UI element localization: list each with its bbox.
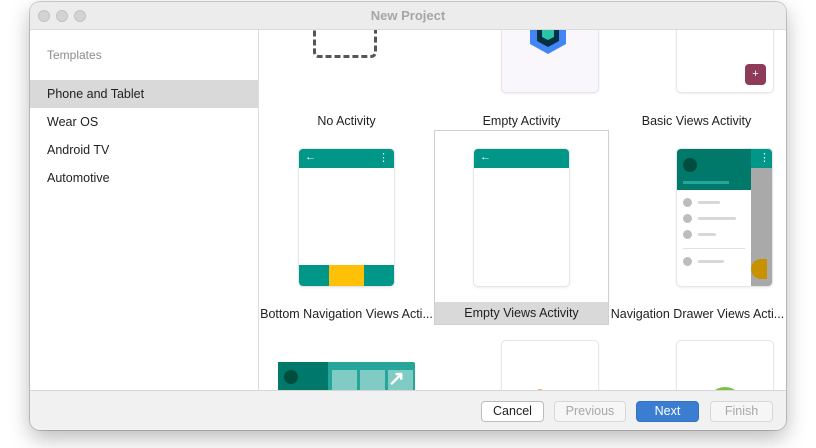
overflow-menu-icon: ⋮: [759, 152, 770, 164]
template-label: Empty Views Activity: [464, 306, 579, 320]
window-title: New Project: [370, 8, 446, 23]
sidebar-item-automotive[interactable]: Automotive: [30, 164, 258, 192]
sidebar-item-label: Android TV: [47, 143, 110, 157]
sidebar-item-wear-os[interactable]: Wear OS: [30, 108, 258, 136]
preview-tile: [332, 370, 357, 390]
preview-panel: [278, 362, 328, 390]
sidebar-item-phone-and-tablet[interactable]: Phone and Tablet: [30, 80, 258, 108]
expand-arrow-icon: ↗: [388, 368, 405, 390]
bottom-navigation-bar: [299, 265, 394, 286]
sidebar-item-label: Wear OS: [47, 115, 99, 129]
drawer-item-icon: [683, 198, 692, 207]
drawer-item-line: [698, 201, 720, 204]
drawer-item-icon: [683, 257, 692, 266]
drawer-item-line: [698, 260, 724, 263]
drawer-divider: [683, 248, 745, 249]
template-row3-item-3[interactable]: [609, 330, 784, 390]
template-no-activity[interactable]: No Activity: [259, 30, 434, 130]
compose-logo-icon: [528, 30, 568, 54]
previous-button[interactable]: Previous: [554, 401, 626, 422]
next-button[interactable]: Next: [636, 401, 699, 422]
preview-tile: [360, 370, 385, 390]
navigation-drawer: [677, 149, 751, 286]
sidebar-item-label: Automotive: [47, 171, 110, 185]
drawer-header: [677, 149, 751, 190]
fab-plus-icon: +: [745, 64, 766, 85]
no-activity-dashed-placeholder: [313, 30, 377, 58]
template-label: Basic Views Activity: [641, 114, 752, 128]
template-preview: [677, 341, 773, 390]
app-bar: ←: [474, 149, 569, 168]
empty-activity-preview: [502, 30, 598, 92]
avatar: [683, 158, 697, 172]
finish-button[interactable]: Finish: [710, 401, 773, 422]
drawer-item-line: [698, 233, 716, 236]
drawer-item-icon: [683, 214, 692, 223]
app-bar: ← ⋮: [299, 149, 394, 168]
nav-drawer-preview: ⋮: [677, 149, 772, 286]
sidebar-title: Templates: [47, 48, 102, 62]
new-project-window: New Project Templates Phone and Tablet W…: [30, 2, 786, 430]
template-empty-views-activity[interactable]: ← Empty Views Activity: [434, 130, 609, 325]
template-label: Empty Activity: [482, 114, 561, 128]
drawer-item-line: [698, 217, 736, 220]
fab-partial: [751, 259, 767, 279]
avatar: [284, 370, 298, 384]
app-bar-edge: ⋮: [751, 149, 772, 168]
template-row3-item-2[interactable]: [434, 330, 609, 390]
back-arrow-icon: ←: [305, 151, 316, 163]
template-row3-item-1[interactable]: ↗: [259, 330, 434, 390]
basic-views-preview: +: [677, 30, 773, 92]
responsive-preview: ↗: [278, 362, 415, 390]
bottom-nav-selected-item: [329, 265, 364, 286]
template-navigation-drawer-views-activity[interactable]: ⋮ Navigation Drawer Views Acti...: [609, 130, 786, 324]
overflow-menu-icon: ⋮: [378, 152, 389, 164]
template-empty-activity[interactable]: Empty Activity: [434, 30, 609, 130]
dialog-footer: Cancel Previous Next Finish: [30, 390, 786, 430]
template-label: Navigation Drawer Views Acti...: [610, 307, 785, 321]
template-label: Bottom Navigation Views Acti...: [260, 307, 433, 321]
back-arrow-icon: ←: [480, 151, 491, 163]
empty-views-preview: ←: [474, 149, 569, 286]
sidebar-item-android-tv[interactable]: Android TV: [30, 136, 258, 164]
template-label: No Activity: [317, 114, 376, 128]
sidebar-item-label: Phone and Tablet: [47, 87, 145, 101]
drawer-item-icon: [683, 230, 692, 239]
template-preview: [502, 341, 598, 390]
title-bar: New Project: [30, 2, 786, 30]
selected-label-background: Empty Views Activity: [435, 302, 608, 324]
header-text-line: [683, 181, 729, 184]
cancel-button[interactable]: Cancel: [481, 401, 544, 422]
templates-sidebar: Templates Phone and Tablet Wear OS Andro…: [30, 30, 259, 390]
template-bottom-navigation-views-activity[interactable]: ← ⋮ Bottom Navigation Views Acti...: [259, 130, 434, 324]
bottom-nav-preview: ← ⋮: [299, 149, 394, 286]
template-gallery: No Activity Empty Activity + Basic Views: [259, 30, 786, 390]
template-basic-views-activity[interactable]: + Basic Views Activity: [609, 30, 784, 130]
